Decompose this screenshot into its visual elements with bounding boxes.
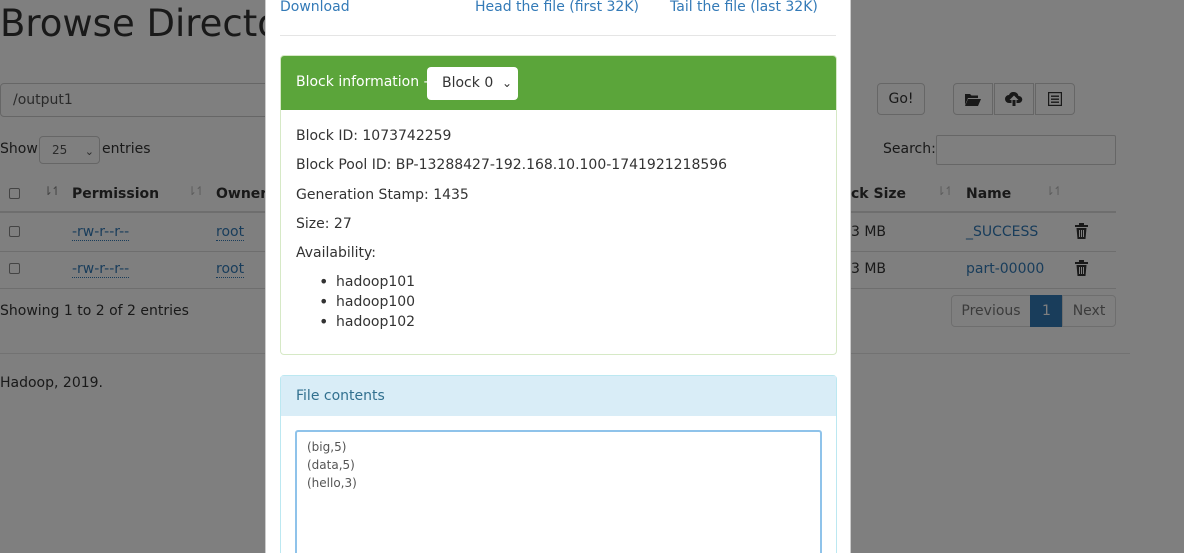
availability-list: hadoop101 hadoop100 hadoop102 (319, 272, 415, 332)
file-contents-header: File contents (281, 376, 836, 416)
block-information-header: Block information -- Block 0 ⌄ (281, 56, 836, 110)
modal-divider (280, 35, 836, 36)
block-size: Size: 27 (296, 216, 352, 232)
generation-stamp: Generation Stamp: 1435 (296, 187, 469, 203)
block-information-label: Block information -- (296, 74, 434, 90)
list-item: hadoop102 (319, 312, 415, 332)
block-id: Block ID: 1073742259 (296, 128, 452, 144)
block-information-panel: Block information -- Block 0 ⌄ Block ID:… (280, 55, 837, 355)
file-contents-panel: File contents (big,5) (data,5) (hello,3) (280, 375, 837, 553)
chevron-down-icon: ⌄ (501, 76, 512, 90)
tail-file-link[interactable]: Tail the file (last 32K) (670, 0, 818, 15)
availability-label: Availability: (296, 245, 377, 261)
file-information-modal: Download Head the file (first 32K) Tail … (265, 0, 851, 553)
file-contents-label: File contents (296, 388, 385, 404)
block-select[interactable]: Block 0 ⌄ (427, 67, 518, 100)
file-contents-textarea[interactable]: (big,5) (data,5) (hello,3) (295, 430, 822, 553)
list-item: hadoop100 (319, 292, 415, 312)
block-select-value: Block 0 (442, 75, 494, 91)
download-link[interactable]: Download (280, 0, 350, 15)
list-item: hadoop101 (319, 272, 415, 292)
block-pool-id: Block Pool ID: BP-13288427-192.168.10.10… (296, 157, 728, 173)
head-file-link[interactable]: Head the file (first 32K) (475, 0, 639, 15)
